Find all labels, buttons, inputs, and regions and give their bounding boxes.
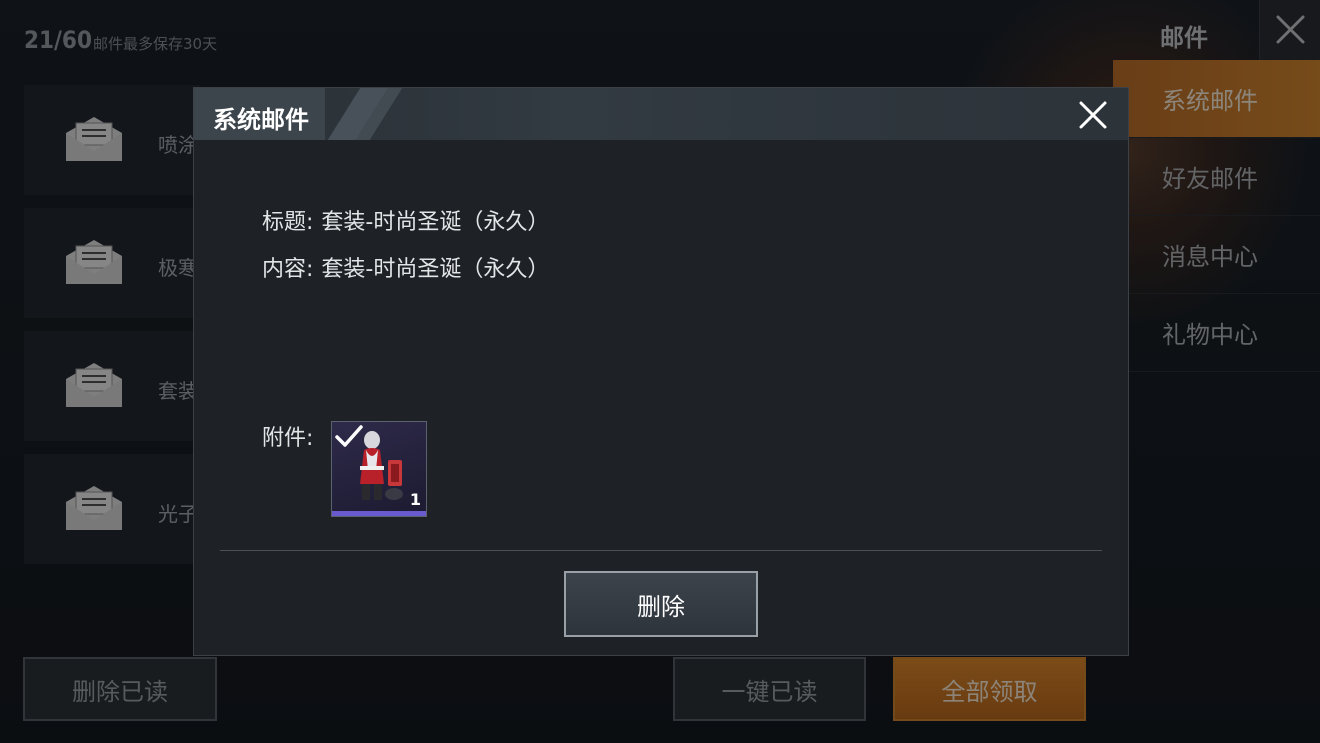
subject-value: 套装-时尚圣诞（永久） — [321, 210, 550, 235]
attachment-item[interactable]: 1 — [331, 421, 427, 517]
close-icon — [1079, 101, 1107, 129]
mail-detail-dialog: 系统邮件 标题: 套装-时尚圣诞（永久） 内容: 套装-时尚圣诞（永久） 附件: — [193, 87, 1129, 656]
subject-label: 标题: — [262, 210, 314, 235]
dialog-divider — [220, 550, 1102, 551]
content-label: 内容: — [262, 257, 314, 282]
mail-subject-row: 标题: 套装-时尚圣诞（永久） — [262, 204, 549, 236]
rarity-bar — [332, 511, 426, 516]
content-value: 套装-时尚圣诞（永久） — [321, 257, 550, 282]
delete-mail-button[interactable]: 删除 — [564, 571, 758, 637]
claimed-check-icon — [335, 425, 363, 447]
attachment-quantity: 1 — [409, 490, 421, 509]
mail-content-row: 内容: 套装-时尚圣诞（永久） — [262, 251, 549, 283]
dialog-title: 系统邮件 — [213, 106, 309, 134]
attachment-label: 附件: — [262, 426, 314, 451]
dialog-header: 系统邮件 — [194, 88, 1128, 140]
dialog-close-button[interactable] — [1072, 94, 1114, 136]
